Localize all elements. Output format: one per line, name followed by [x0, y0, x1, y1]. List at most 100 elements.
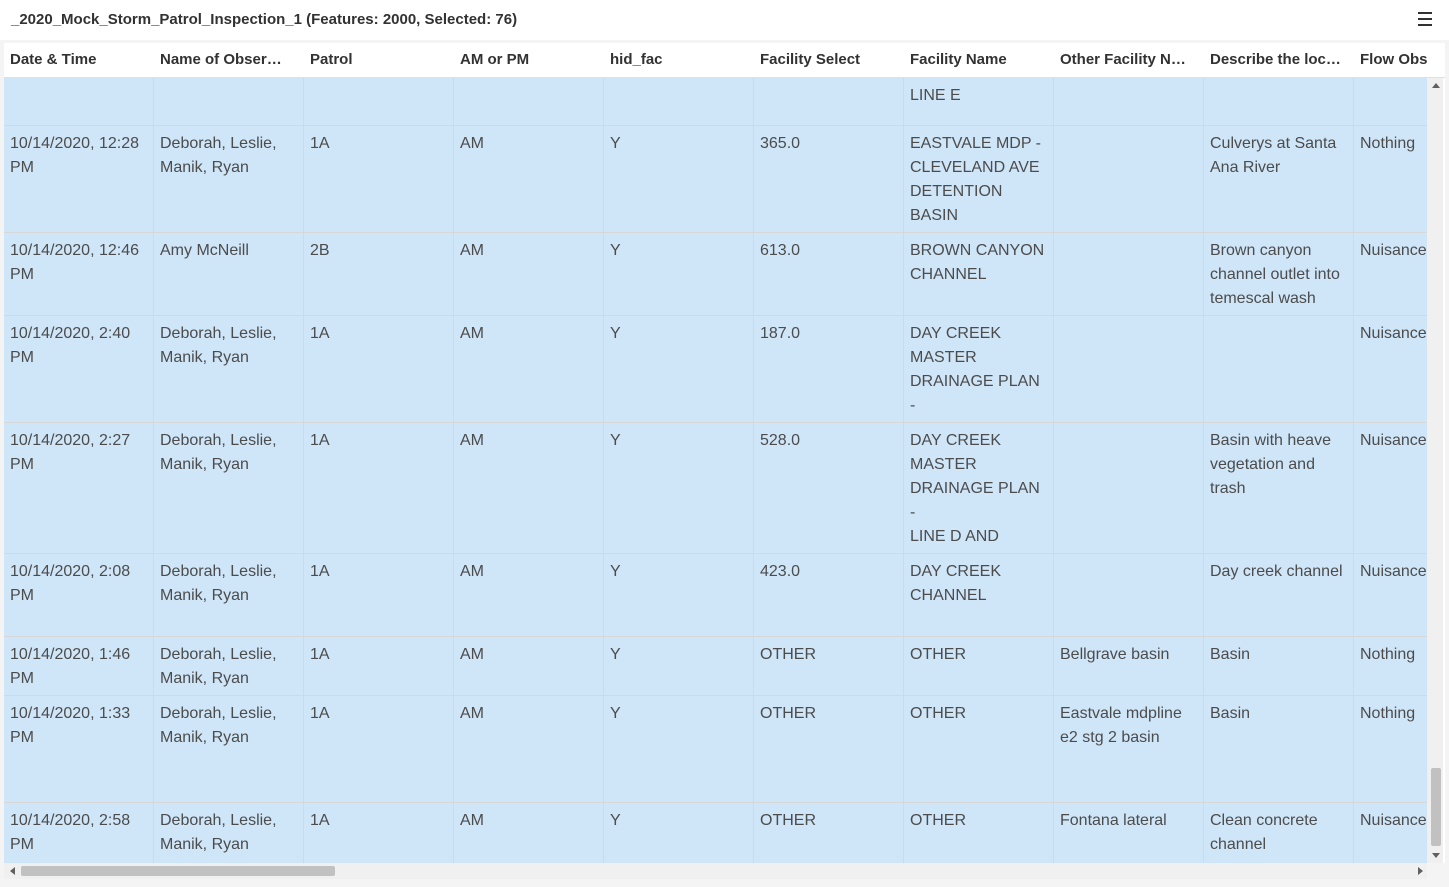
table-cell: OTHER — [754, 637, 904, 695]
table-cell — [754, 78, 904, 125]
column-header[interactable]: hid_fac — [604, 43, 754, 77]
table-cell — [4, 78, 154, 125]
column-header[interactable]: Date & Time — [4, 43, 154, 77]
table-cell: OTHER — [904, 803, 1054, 863]
column-header[interactable]: Name of Obser… — [154, 43, 304, 77]
table-cell — [154, 78, 304, 125]
table-cell: 613.0 — [754, 233, 904, 315]
column-header[interactable]: Describe the loc… — [1204, 43, 1354, 77]
column-header[interactable]: Facility Name — [904, 43, 1054, 77]
table-cell: Y — [604, 637, 754, 695]
table-cell: DAY CREEK CHANNEL — [904, 554, 1054, 636]
table-cell — [1354, 78, 1427, 125]
table-cell: OTHER — [904, 696, 1054, 802]
table-row[interactable]: 10/14/2020, 12:46 PM Amy McNeill 2B AM Y 613.… — [4, 233, 1427, 316]
table-cell: AM — [454, 696, 604, 802]
table-cell: Y — [604, 803, 754, 863]
table-cell: 1A — [304, 696, 454, 802]
table-cell: Y — [604, 423, 754, 553]
table-row[interactable]: 10/14/2020, 2:27 PM Deborah, Leslie, Mani… — [4, 423, 1427, 554]
table-cell — [1054, 233, 1204, 315]
table-cell: AM — [454, 233, 604, 315]
table-cell: Nuisance — [1354, 423, 1427, 553]
table-cell: 10/14/2020, 2:58 PM — [4, 803, 154, 863]
table-cell: AM — [454, 554, 604, 636]
table-cell: Deborah, Leslie, Manik, Ryan — [154, 637, 304, 695]
table-row[interactable]: 10/14/2020, 1:46 PM Deborah, Leslie, Mani… — [4, 637, 1427, 696]
table-cell — [1204, 316, 1354, 422]
table-cell: Nuisance — [1354, 554, 1427, 636]
table-header-row: Date & Time Name of Obser… Patrol AM or PM h… — [4, 43, 1445, 78]
column-header[interactable]: Other Facility N… — [1054, 43, 1204, 77]
table-cell: OTHER — [754, 803, 904, 863]
table-cell: 1A — [304, 637, 454, 695]
table-row[interactable]: 10/14/2020, 2:08 PM Deborah, Leslie, Mani… — [4, 554, 1427, 637]
column-header[interactable]: Patrol — [304, 43, 454, 77]
table-cell: 187.0 — [754, 316, 904, 422]
table-cell: Basin with heave vegetation and trash — [1204, 423, 1354, 553]
scroll-up-icon[interactable] — [1432, 83, 1440, 88]
table-cell: AM — [454, 423, 604, 553]
table-row[interactable]: 10/14/2020, 1:33 PM Deborah, Leslie, Mani… — [4, 696, 1427, 803]
table-cell: Y — [604, 554, 754, 636]
table-cell: Deborah, Leslie, Manik, Ryan — [154, 316, 304, 422]
table-cell: DAY CREEK MASTER DRAINAGE PLAN - LINE F … — [904, 316, 1054, 422]
scroll-down-icon[interactable] — [1432, 853, 1440, 858]
table-cell: Nuisance — [1354, 803, 1427, 863]
scroll-right-icon[interactable] — [1418, 867, 1423, 875]
scroll-left-icon[interactable] — [10, 867, 15, 875]
table-row[interactable]: 10/14/2020, 2:58 PM Deborah, Leslie, Mani… — [4, 803, 1427, 863]
table-cell: Fontana lateral — [1054, 803, 1204, 863]
table-row[interactable]: 10/14/2020, 12:28 PM Deborah, Leslie, Man… — [4, 126, 1427, 233]
table-title: _2020_Mock_Storm_Patrol_Inspection_1 (Fe… — [11, 11, 518, 28]
column-header[interactable]: Flow Obs — [1354, 43, 1445, 77]
table-cell: Y — [604, 233, 754, 315]
table-cell: DAY CREEK MASTER DRAINAGE PLAN - LINE D … — [904, 423, 1054, 553]
table-cell: channel — [1204, 78, 1354, 125]
table-cell: Deborah, Leslie, Manik, Ryan — [154, 696, 304, 802]
column-header[interactable]: Facility Select — [754, 43, 904, 77]
attribute-table: Date & Time Name of Obser… Patrol AM or PM h… — [4, 43, 1445, 863]
table-cell: Y — [604, 316, 754, 422]
horizontal-scrollbar[interactable] — [4, 863, 1427, 879]
table-cell — [304, 78, 454, 125]
table-cell: Y — [604, 126, 754, 232]
table-cell: Culverys at Santa Ana River — [1204, 126, 1354, 232]
horizontal-scroll-thumb[interactable] — [21, 866, 335, 876]
table-cell: 10/14/2020, 12:46 PM — [4, 233, 154, 315]
table-cell: AM — [454, 637, 604, 695]
table-cell — [1054, 316, 1204, 422]
hamburger-menu-icon[interactable] — [1418, 12, 1432, 28]
table-cell: OTHER — [754, 696, 904, 802]
table-cell: 1A — [304, 316, 454, 422]
table-cell — [604, 78, 754, 125]
table-cell: AM — [454, 316, 604, 422]
table-cell: OTHER — [904, 637, 1054, 695]
table-cell: 1A — [304, 423, 454, 553]
table-cell: 10/14/2020, 1:46 PM — [4, 637, 154, 695]
table-cell: Deborah, Leslie, Manik, Ryan — [154, 126, 304, 232]
column-header[interactable]: AM or PM — [454, 43, 604, 77]
table-titlebar: _2020_Mock_Storm_Patrol_Inspection_1 (Fe… — [0, 0, 1449, 40]
table-cell: Basin — [1204, 637, 1354, 695]
vertical-scroll-thumb[interactable] — [1431, 768, 1441, 846]
table-body: DRAINAGE PLAN - LINE Echannel10/14/2020,… — [4, 78, 1427, 863]
table-cell: 2B — [304, 233, 454, 315]
table-cell: Deborah, Leslie, Manik, Ryan — [154, 803, 304, 863]
table-cell — [1054, 423, 1204, 553]
table-cell: 10/14/2020, 1:33 PM — [4, 696, 154, 802]
table-cell: 1A — [304, 554, 454, 636]
table-cell: Brown canyon channel outlet into temesca… — [1204, 233, 1354, 315]
table-cell: Deborah, Leslie, Manik, Ryan — [154, 423, 304, 553]
table-cell: Nothing — [1354, 126, 1427, 232]
table-cell: AM — [454, 803, 604, 863]
table-row[interactable]: DRAINAGE PLAN - LINE E channel — [4, 78, 1427, 126]
table-cell: Day creek channel — [1204, 554, 1354, 636]
table-cell: Deborah, Leslie, Manik, Ryan — [154, 554, 304, 636]
table-cell: Nuisance — [1354, 233, 1427, 315]
vertical-scrollbar[interactable] — [1427, 78, 1443, 863]
table-cell: 365.0 — [754, 126, 904, 232]
table-cell: 10/14/2020, 2:27 PM — [4, 423, 154, 553]
table-cell: Y — [604, 696, 754, 802]
table-row[interactable]: 10/14/2020, 2:40 PM Deborah, Leslie, Mani… — [4, 316, 1427, 423]
